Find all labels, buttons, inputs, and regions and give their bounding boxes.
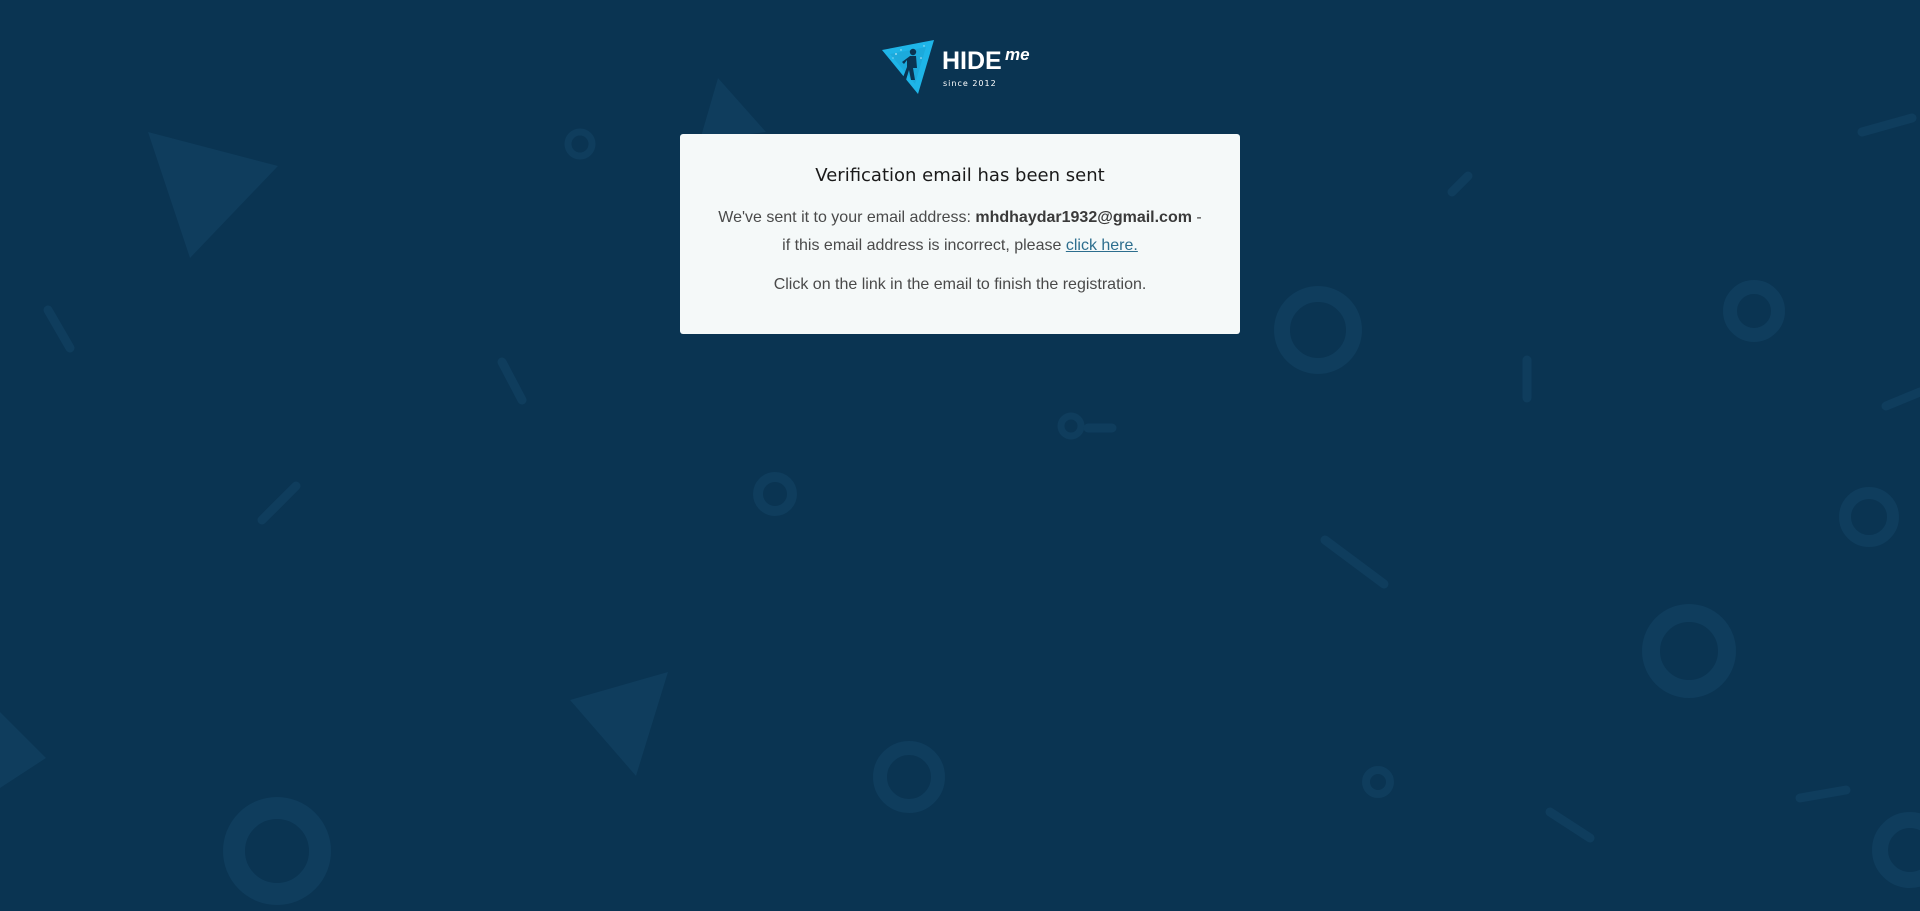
bg-triangle: [700, 78, 766, 140]
page: HIDE me since 2012 Verification email ha…: [0, 0, 1920, 911]
email-address: mhdhaydar1932@gmail.com: [975, 208, 1192, 226]
bg-ring: [1723, 280, 1785, 342]
brand-suffix: me: [1005, 45, 1030, 64]
bg-ring: [1362, 766, 1394, 798]
hide-me-triangle-icon: [882, 40, 934, 94]
bg-ring: [1839, 487, 1899, 547]
verification-card: Verification email has been sent We've s…: [680, 134, 1240, 334]
bg-triangle: [148, 132, 278, 258]
message-line2-prefix: if this email address is incorrect, plea…: [782, 236, 1062, 254]
card-title: Verification email has been sent: [815, 165, 1105, 186]
brand-tagline: since 2012: [943, 79, 997, 88]
bg-bar: [1857, 113, 1917, 137]
bg-bar: [1545, 807, 1595, 843]
bg-triangle: [570, 672, 668, 776]
bg-ring: [753, 472, 797, 516]
bg-ring: [1274, 286, 1362, 374]
click-here-link[interactable]: click here.: [1066, 237, 1138, 254]
brand-name: HIDE: [942, 47, 1002, 75]
message-line1-prefix: We've sent it to your email address:: [718, 208, 971, 226]
registration-instruction: Click on the link in the email to finish…: [773, 275, 1147, 293]
bg-bar: [1795, 785, 1851, 803]
bg-ring: [873, 741, 945, 813]
message-line1-suffix: -: [1196, 208, 1202, 226]
bg-ring: [564, 128, 596, 160]
bg-ring: [1642, 604, 1736, 698]
bg-ring: [223, 797, 331, 905]
bg-triangle: [0, 712, 46, 788]
bg-ring: [1057, 412, 1085, 440]
email-sent-message: We've sent it to your email address: mhd…: [680, 204, 1240, 260]
bg-bar: [43, 305, 75, 353]
bg-bar: [497, 357, 527, 405]
bg-bar: [1320, 535, 1389, 589]
bg-bar: [1881, 387, 1920, 411]
bg-bar: [1447, 171, 1473, 197]
brand-logo[interactable]: HIDE me since 2012: [880, 38, 1040, 96]
bg-ring: [1872, 812, 1920, 888]
bg-bar: [257, 481, 301, 525]
